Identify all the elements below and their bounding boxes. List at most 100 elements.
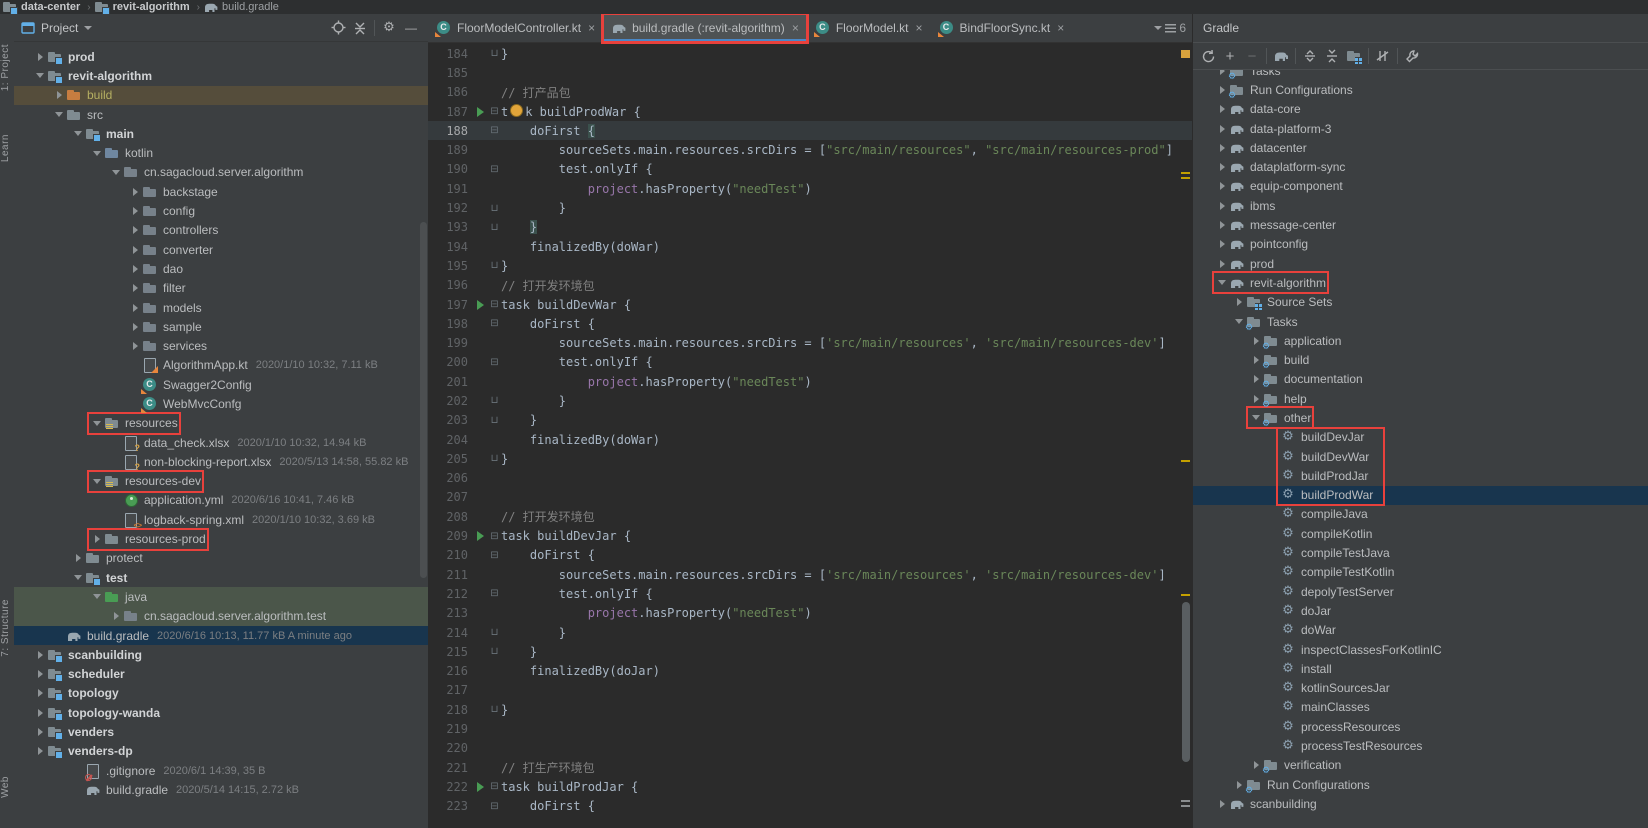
tree-row[interactable]: scanbuilding	[1193, 794, 1648, 813]
fold-marker[interactable]: ⊔	[488, 395, 501, 406]
gutter-marker[interactable]	[472, 107, 488, 117]
tree-row[interactable]: src	[14, 105, 428, 124]
line-number[interactable]: 222	[428, 780, 472, 794]
line-number[interactable]: 191	[428, 182, 472, 196]
expand-toggle-icon[interactable]	[33, 648, 47, 662]
tree-row[interactable]: cn.sagacloud.server.algorithm.test	[14, 607, 428, 626]
line-number[interactable]: 216	[428, 664, 472, 678]
tree-row[interactable]: pointconfig	[1193, 235, 1648, 254]
expand-toggle-icon[interactable]	[90, 532, 104, 546]
expand-toggle-icon[interactable]	[1215, 797, 1229, 811]
expand-toggle-icon[interactable]	[1249, 372, 1263, 386]
line-number[interactable]: 199	[428, 336, 472, 350]
fold-marker[interactable]: ⊔	[488, 203, 501, 214]
project-scrollbar[interactable]	[420, 222, 427, 578]
expand-toggle-icon[interactable]	[52, 88, 66, 102]
stripe-mark[interactable]	[1181, 805, 1190, 807]
expand-toggle-icon[interactable]	[33, 50, 47, 64]
tree-row[interactable]: ⚙help	[1193, 389, 1648, 408]
line-number[interactable]: 213	[428, 606, 472, 620]
line-number[interactable]: 206	[428, 471, 472, 485]
project-panel-title[interactable]: Project	[41, 21, 78, 35]
settings-gear-icon[interactable]: ⚙	[378, 18, 400, 38]
tree-row[interactable]: ⚙doWar	[1193, 621, 1648, 640]
expand-toggle-icon[interactable]	[33, 744, 47, 758]
expand-toggle-icon[interactable]	[90, 416, 104, 430]
line-number[interactable]: 205	[428, 452, 472, 466]
stripe-mark[interactable]	[1181, 800, 1190, 802]
editor-scrollbar[interactable]	[1182, 602, 1190, 762]
add-icon[interactable]: +	[1219, 46, 1241, 66]
stripe-mark[interactable]	[1181, 172, 1190, 174]
expand-toggle-icon[interactable]	[128, 185, 142, 199]
run-task-icon[interactable]	[477, 107, 484, 117]
close-icon[interactable]: ×	[916, 21, 923, 35]
tree-row[interactable]: Source Sets	[1193, 293, 1648, 312]
breadcrumb-item[interactable]: revit-algorithm	[94, 0, 190, 15]
close-icon[interactable]: ×	[588, 21, 595, 35]
stripe-mark[interactable]	[1181, 460, 1190, 462]
tree-row[interactable]: ⚙documentation	[1193, 370, 1648, 389]
editor-tab[interactable]: FloorModelController.kt×	[428, 14, 603, 42]
tree-row[interactable]: ?non-blocking-report.xlsx2020/5/13 14:58…	[14, 452, 428, 471]
fold-marker[interactable]: ⊟	[488, 299, 501, 310]
tree-row[interactable]: converter	[14, 240, 428, 259]
expand-toggle-icon[interactable]	[1215, 83, 1229, 97]
expand-toggle-icon[interactable]	[128, 243, 142, 257]
expand-toggle-icon[interactable]	[1215, 102, 1229, 116]
tree-row[interactable]: controllers	[14, 221, 428, 240]
run-task-icon[interactable]	[477, 531, 484, 541]
line-number[interactable]: 203	[428, 413, 472, 427]
tree-row[interactable]: venders	[14, 722, 428, 741]
expand-toggle-icon[interactable]	[33, 706, 47, 720]
fold-marker[interactable]: ⊟	[488, 588, 501, 599]
tree-row[interactable]: datacenter	[1193, 138, 1648, 157]
stripe-button--project[interactable]: 1: Project	[0, 44, 14, 91]
expand-toggle-icon[interactable]	[1249, 334, 1263, 348]
fold-marker[interactable]: ⊟	[488, 801, 501, 812]
tree-row[interactable]: ⚙mainClasses	[1193, 698, 1648, 717]
refresh-icon[interactable]	[1197, 46, 1219, 66]
expand-toggle-icon[interactable]	[71, 551, 85, 565]
fold-marker[interactable]: ⊟	[488, 357, 501, 368]
line-number[interactable]: 221	[428, 761, 472, 775]
line-number[interactable]: 204	[428, 433, 472, 447]
editor-tab[interactable]: FloorModel.kt×	[807, 14, 931, 42]
line-number[interactable]: 219	[428, 722, 472, 736]
tree-row[interactable]: ⚙buildDevWar	[1193, 447, 1648, 466]
breadcrumb-item[interactable]: build.gradle	[203, 0, 279, 15]
tree-row[interactable]: ⚙processTestResources	[1193, 736, 1648, 755]
tree-row[interactable]: cn.sagacloud.server.algorithm	[14, 163, 428, 182]
tree-row[interactable]: ibms	[1193, 196, 1648, 215]
tree-row[interactable]: resources	[14, 414, 428, 433]
tree-row[interactable]: topology	[14, 684, 428, 703]
expand-toggle-icon[interactable]	[109, 165, 123, 179]
tree-row[interactable]: build.gradle2020/5/14 14:15, 2.72 kB	[14, 780, 428, 799]
run-task-icon[interactable]	[477, 782, 484, 792]
line-number[interactable]: 194	[428, 240, 472, 254]
tree-row[interactable]: ⚙compileTestJava	[1193, 543, 1648, 562]
expand-toggle-icon[interactable]	[128, 223, 142, 237]
tree-row[interactable]: ⚙compileJava	[1193, 505, 1648, 524]
expand-toggle-icon[interactable]	[90, 474, 104, 488]
tree-row[interactable]: WebMvcConfg	[14, 394, 428, 413]
fold-marker[interactable]: ⊟	[488, 550, 501, 561]
expand-toggle-icon[interactable]	[33, 69, 47, 83]
tree-row[interactable]: ⚙doJar	[1193, 601, 1648, 620]
expand-toggle-icon[interactable]	[128, 301, 142, 315]
remove-icon[interactable]: −	[1241, 46, 1263, 66]
line-number[interactable]: 192	[428, 201, 472, 215]
sources-folder-icon[interactable]	[1343, 46, 1365, 66]
expand-toggle-icon[interactable]	[1249, 392, 1263, 406]
expand-toggle-icon[interactable]	[1232, 778, 1246, 792]
line-number[interactable]: 185	[428, 66, 472, 80]
line-number[interactable]: 184	[428, 47, 472, 61]
tree-row[interactable]: ⚙Tasks	[1193, 70, 1648, 80]
tree-row[interactable]: build.gradle2020/6/16 10:13, 11.77 kB A …	[14, 626, 428, 645]
expand-toggle-icon[interactable]	[1215, 141, 1229, 155]
close-icon[interactable]: ×	[1057, 21, 1064, 35]
tree-row[interactable]: resources-dev	[14, 472, 428, 491]
line-number[interactable]: 200	[428, 355, 472, 369]
line-number[interactable]: 190	[428, 162, 472, 176]
expand-toggle-icon[interactable]	[33, 686, 47, 700]
